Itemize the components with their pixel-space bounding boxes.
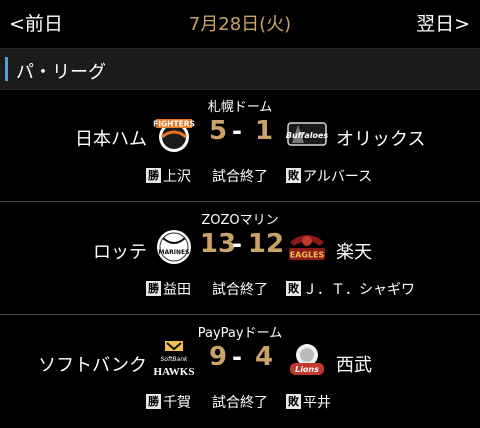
score-separator: -	[232, 117, 242, 145]
away-score: 12	[247, 229, 285, 259]
away-team-name: 西武	[336, 355, 372, 376]
league-title: パ・リーグ	[16, 62, 106, 83]
league-accent-bar	[5, 57, 8, 81]
buffaloes-logo-icon: Buffaloes	[286, 122, 328, 146]
hawks-logo-icon: SoftBank HAWKS	[154, 341, 195, 378]
marines-logo-icon: MARINES	[157, 230, 191, 264]
lions-logo-icon: Lions	[290, 344, 324, 375]
fighters-logo-text: FIGHTERS	[153, 120, 195, 129]
hawks-logo-text: HAWKS	[154, 366, 195, 378]
venue-label: PayPayドーム	[197, 326, 283, 341]
home-team-name: ロッテ	[93, 242, 147, 263]
away-score: 1	[254, 116, 274, 146]
game-status: 試合終了	[212, 395, 268, 411]
venue-label: ZOZOマリン	[201, 213, 279, 228]
eagles-logo-icon: EAGLES	[289, 235, 325, 260]
score-separator: -	[232, 343, 242, 371]
loss-badge: 敗	[286, 394, 301, 409]
game-status: 試合終了	[212, 169, 268, 185]
league-header: パ・リーグ	[0, 48, 480, 90]
game-card[interactable]: PayPayドーム ソフトバンク SoftBank HAWKS 9 - 4 Li…	[0, 315, 480, 428]
lions-logo-text: Lions	[295, 365, 319, 374]
game-card[interactable]: 札幌ドーム 日本ハム FIGHTERS 5 - 1 Buffaloes オリック…	[0, 89, 480, 202]
next-day-button[interactable]: 翌日>	[416, 9, 470, 36]
marines-logo-text: MARINES	[159, 249, 190, 256]
venue-label: 札幌ドーム	[207, 100, 273, 115]
current-date-label: 7月28日(火)	[188, 14, 292, 35]
svg-text:SoftBank: SoftBank	[160, 356, 188, 363]
losing-pitcher: 平井	[303, 395, 331, 411]
home-team-name: ソフトバンク	[38, 355, 147, 376]
date-navigation-bar: <前日 7月28日(火) 翌日>	[0, 0, 480, 48]
away-team-name: 楽天	[336, 242, 372, 263]
eagles-logo-text: EAGLES	[290, 251, 325, 260]
away-score: 4	[254, 342, 274, 372]
buffaloes-logo-text: Buffaloes	[286, 131, 328, 140]
score-separator: -	[232, 230, 242, 258]
home-team-name: 日本ハム	[75, 129, 147, 150]
away-team-name: オリックス	[336, 129, 426, 150]
losing-pitcher: Ｊ．Ｔ．シャギワ	[303, 282, 415, 298]
game-card[interactable]: ZOZOマリン ロッテ MARINES 13 - 12 EAGLES 楽天 勝 …	[0, 202, 480, 315]
loss-badge: 敗	[286, 168, 301, 183]
loss-badge: 敗	[286, 281, 301, 296]
fighters-logo-icon: FIGHTERS	[153, 119, 195, 152]
losing-pitcher: アルバース	[303, 169, 373, 185]
